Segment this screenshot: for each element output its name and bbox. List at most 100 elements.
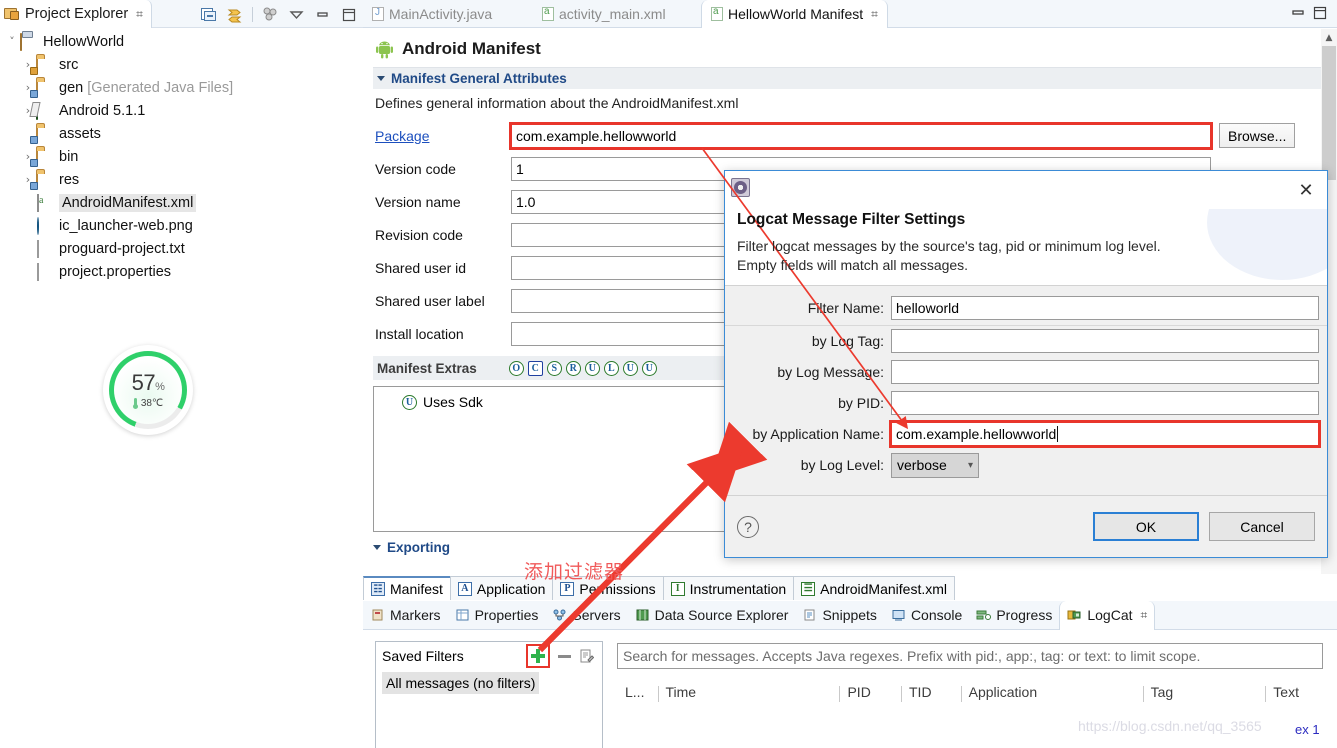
chevron-down-icon[interactable] xyxy=(377,76,385,81)
tree-item-res[interactable]: › res xyxy=(0,168,363,191)
close-icon[interactable]: ✕ xyxy=(1295,179,1317,201)
tree-item-src[interactable]: › src xyxy=(0,53,363,76)
help-button[interactable]: ? xyxy=(737,515,759,538)
text-caret xyxy=(1057,426,1059,443)
section-manifest-general-attributes[interactable]: Manifest General Attributes xyxy=(373,67,1327,89)
column-header-tag[interactable]: Tag xyxy=(1142,684,1266,702)
dialog-title: Logcat Message Filter Settings xyxy=(737,211,966,228)
tab-servers[interactable]: Servers xyxy=(545,601,627,630)
close-icon[interactable]: ⌗ xyxy=(871,7,878,22)
xml-source-tab-icon: ☰ xyxy=(801,581,816,596)
tree-item-gen[interactable]: › gen [Generated Java Files] xyxy=(0,76,363,99)
tree-item-android-library[interactable]: › Android 5.1.1 xyxy=(0,99,363,122)
log-level-select[interactable]: verbose ▾ xyxy=(891,452,979,478)
extras-c-icon[interactable]: C xyxy=(527,360,543,376)
column-header-level[interactable]: L... xyxy=(617,684,658,700)
tree-item-bin[interactable]: › bin xyxy=(0,145,363,168)
log-message-input[interactable] xyxy=(891,360,1319,385)
list-item[interactable]: All messages (no filters) xyxy=(382,672,540,694)
project-tree[interactable]: ˅ HellowWorld › src › gen [Generated Jav… xyxy=(0,30,363,283)
minimize-icon[interactable] xyxy=(314,6,331,23)
package-input[interactable]: com.example.hellowworld xyxy=(509,121,1213,150)
collapse-all-icon[interactable] xyxy=(200,6,217,23)
saved-filters-header: Saved Filters xyxy=(376,642,602,670)
log-level-label: by Log Level: xyxy=(800,457,884,474)
project-explorer-tab[interactable]: Project Explorer ⌗ xyxy=(0,0,152,28)
tree-item-label: res xyxy=(59,171,80,188)
extras-l-icon[interactable]: L xyxy=(603,360,619,376)
pid-input[interactable] xyxy=(891,391,1319,416)
markers-icon xyxy=(370,608,385,622)
add-filter-icon[interactable] xyxy=(526,644,550,668)
column-header-tid[interactable]: TID xyxy=(901,684,961,702)
extras-r-icon[interactable]: R xyxy=(565,360,581,376)
scroll-up-icon[interactable]: ▲ xyxy=(1321,29,1337,46)
cpu-temperature-value: 38℃ xyxy=(140,397,164,409)
saved-filters-list[interactable]: All messages (no filters) xyxy=(376,670,602,694)
tree-item-hellowworld[interactable]: ˅ HellowWorld xyxy=(0,30,363,53)
dialog-row-filter-name: Filter Name: helloworld xyxy=(725,292,1327,326)
chevron-down-icon[interactable] xyxy=(373,545,381,550)
page-tab-label: Instrumentation xyxy=(689,580,787,597)
package-label[interactable]: Package xyxy=(375,128,511,144)
column-header-pid[interactable]: PID xyxy=(839,684,901,702)
column-header-text[interactable]: Text xyxy=(1265,684,1323,702)
tab-properties[interactable]: Properties xyxy=(448,601,546,630)
maximize-icon[interactable] xyxy=(340,6,357,23)
close-icon[interactable]: ⌗ xyxy=(1141,608,1148,623)
tab-label: HellowWorld Manifest xyxy=(728,6,864,22)
tab-activity-main-xml[interactable]: activity_main.xml xyxy=(533,0,675,28)
close-icon[interactable]: ⌗ xyxy=(136,7,143,22)
logcat-table-header: L... Time PID TID Application Tag Text xyxy=(617,679,1323,705)
cpu-usage-widget[interactable]: 57% 38℃ xyxy=(103,345,193,435)
scrollbar-thumb[interactable] xyxy=(1322,46,1336,180)
extras-u2-icon[interactable]: U xyxy=(622,360,638,376)
tab-console[interactable]: Console xyxy=(884,601,969,630)
cpu-percent-unit: % xyxy=(155,380,165,393)
tab-snippets[interactable]: Snippets xyxy=(795,601,883,630)
toolbar-separator xyxy=(252,6,253,22)
tab-mainactivity-java[interactable]: MainActivity.java xyxy=(363,0,501,28)
page-tab-androidmanifest-xml[interactable]: ☰ AndroidManifest.xml xyxy=(793,576,955,600)
view-menu-filters-icon[interactable] xyxy=(262,6,279,23)
column-header-application[interactable]: Application xyxy=(960,684,1143,702)
page-tab-manifest[interactable]: ☷ Manifest xyxy=(363,576,451,600)
column-header-time[interactable]: Time xyxy=(657,684,840,702)
tree-item-project-properties[interactable]: project.properties xyxy=(0,260,363,283)
link-with-editor-icon[interactable] xyxy=(226,6,243,23)
dialog-row-log-level: by Log Level: verbose ▾ xyxy=(725,450,1327,481)
extras-u3-icon[interactable]: U xyxy=(641,360,657,376)
extras-s-icon[interactable]: S xyxy=(546,360,562,376)
tab-logcat[interactable]: LogCat ⌗ xyxy=(1059,600,1156,630)
editor-maximize-icon[interactable] xyxy=(1311,4,1329,22)
logcat-search-input[interactable]: Search for messages. Accepts Java regexe… xyxy=(617,643,1323,669)
editor-minimize-icon[interactable] xyxy=(1289,4,1307,22)
section-label: Exporting xyxy=(387,540,450,555)
cancel-button[interactable]: Cancel xyxy=(1209,512,1315,541)
tree-item-assets[interactable]: assets xyxy=(0,122,363,145)
remove-filter-icon[interactable] xyxy=(558,654,571,658)
filter-name-input[interactable]: helloworld xyxy=(891,296,1319,321)
log-tag-input[interactable] xyxy=(891,329,1319,354)
browse-button[interactable]: Browse... xyxy=(1219,123,1296,148)
saved-filters-panel: Saved Filters All messages (no filters) xyxy=(375,641,603,748)
view-menu-icon[interactable] xyxy=(288,6,305,23)
tab-progress[interactable]: Progress xyxy=(969,601,1059,630)
tab-markers[interactable]: Markers xyxy=(363,601,448,630)
chevron-down-icon[interactable]: ˅ xyxy=(4,35,20,48)
ok-button[interactable]: OK xyxy=(1093,512,1199,541)
application-name-input[interactable]: com.example.hellowworld xyxy=(889,420,1321,449)
manifest-extras-toolbar: O C S R U L U U xyxy=(508,360,657,376)
datasource-icon xyxy=(635,608,650,622)
tree-item-proguard-project-txt[interactable]: proguard-project.txt xyxy=(0,237,363,260)
extras-o-icon[interactable]: O xyxy=(508,360,524,376)
tab-data-source-explorer[interactable]: Data Source Explorer xyxy=(628,601,796,630)
edit-filter-icon[interactable] xyxy=(580,649,595,664)
tab-label: Console xyxy=(910,607,963,623)
tab-hellowworld-manifest[interactable]: HellowWorld Manifest ⌗ xyxy=(701,0,888,28)
tree-item-ic-launcher-web-png[interactable]: ic_launcher-web.png xyxy=(0,214,363,237)
tree-item-androidmanifest-xml[interactable]: AndroidManifest.xml xyxy=(0,191,363,214)
extras-u-icon[interactable]: U xyxy=(584,360,600,376)
page-tab-instrumentation[interactable]: I Instrumentation xyxy=(662,576,795,600)
servers-icon xyxy=(552,608,567,622)
